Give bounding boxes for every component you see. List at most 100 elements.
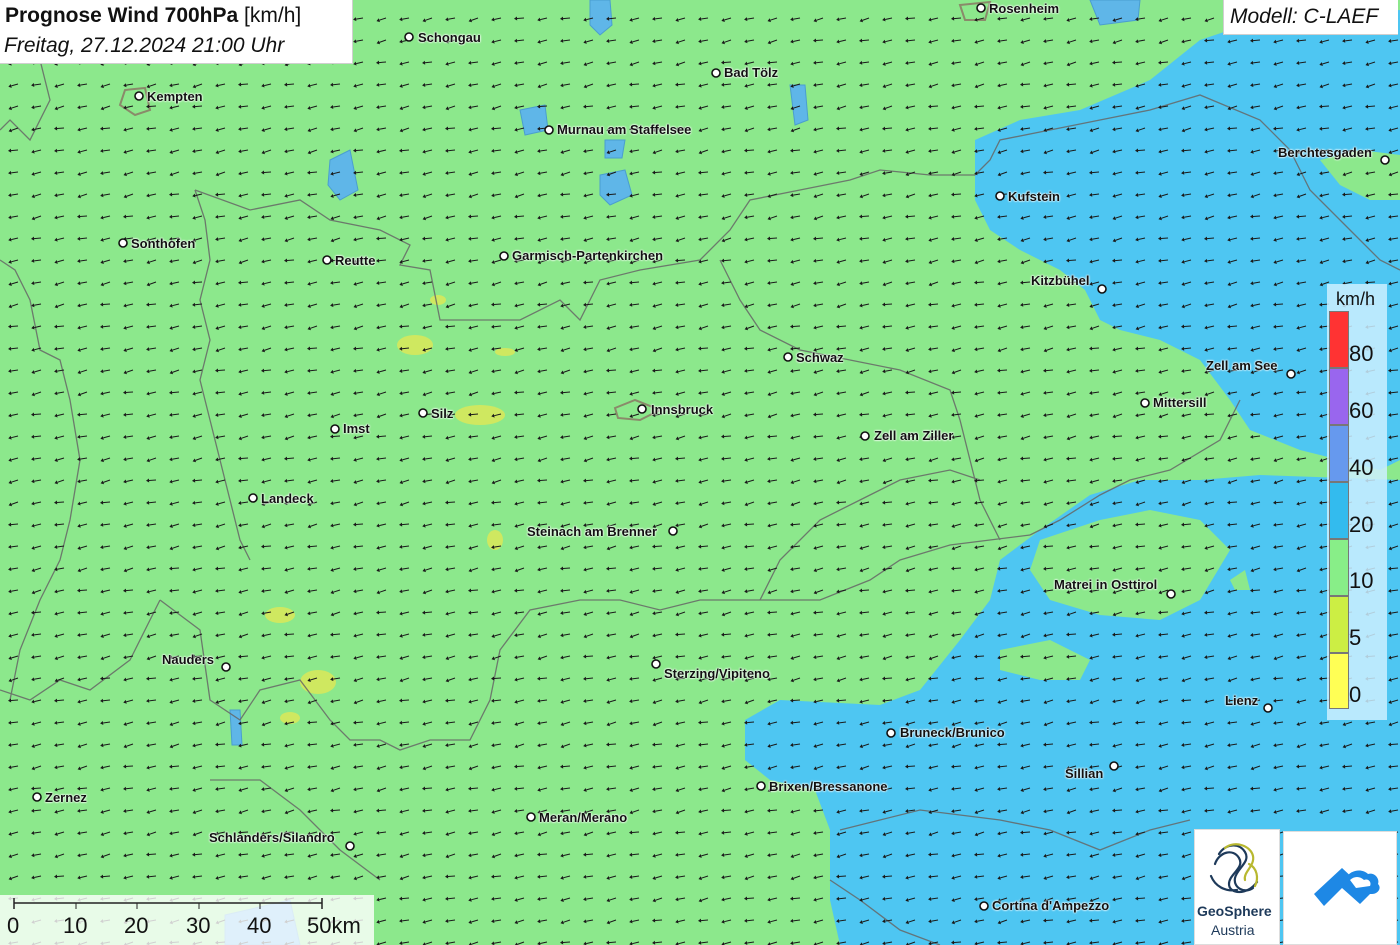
wind-map[interactable]: [0, 0, 1400, 945]
wind-arrow: [1137, 347, 1146, 350]
wind-arrow: [631, 479, 640, 482]
wind-arrow: [240, 853, 249, 856]
wind-arrow: [1252, 215, 1261, 217]
wind-arrow: [677, 259, 686, 261]
wind-arrow: [815, 435, 824, 438]
wind-arrow: [1091, 171, 1100, 174]
wind-arrow: [240, 479, 249, 482]
wind-arrow: [631, 105, 640, 108]
wind-arrow: [217, 567, 226, 570]
wind-arrow: [562, 17, 571, 20]
wind-arrow: [470, 413, 479, 416]
wind-arrow: [585, 105, 594, 108]
wind-arrow: [953, 17, 962, 20]
wind-arrow: [838, 897, 847, 900]
wind-arrow: [79, 215, 88, 217]
wind-arrow: [447, 149, 456, 152]
wind-arrow: [838, 501, 847, 503]
wind-arrow: [608, 17, 617, 20]
wind-arrow: [424, 809, 433, 812]
wind-arrow: [1206, 435, 1215, 438]
wind-arrow: [1206, 237, 1215, 240]
wind-arrow: [79, 413, 88, 416]
wind-arrow: [585, 281, 594, 283]
wind-arrow: [907, 215, 916, 218]
wind-arrow: [953, 193, 962, 195]
wind-arrow: [79, 611, 88, 614]
wind-arrow: [907, 17, 916, 19]
wind-arrow: [171, 765, 180, 768]
wind-arrow: [194, 479, 203, 482]
wind-arrow: [1114, 831, 1123, 834]
wind-arrow: [1321, 105, 1330, 107]
wind-arrow: [723, 809, 732, 811]
wind-arrow: [907, 765, 916, 767]
wind-arrow: [10, 149, 19, 152]
wind-arrow: [1252, 237, 1261, 240]
wind-arrow: [700, 369, 709, 372]
wind-arrow: [171, 193, 180, 195]
wind-arrow: [240, 655, 249, 658]
wind-arrow: [1344, 193, 1353, 195]
wind-arrow: [240, 83, 249, 85]
wind-arrow: [424, 611, 433, 614]
wind-arrow: [1275, 677, 1284, 679]
wind-arrow: [401, 325, 410, 327]
wind-arrow: [516, 39, 525, 42]
wind-arrow: [1045, 171, 1054, 173]
wind-arrow: [102, 875, 111, 878]
wind-arrow: [125, 391, 134, 393]
wind-arrow: [10, 325, 19, 327]
wind-arrow: [79, 589, 88, 591]
wind-arrow: [838, 127, 847, 129]
wind-arrow: [792, 325, 801, 327]
wind-arrow: [493, 677, 502, 679]
wind-arrow: [1229, 127, 1238, 129]
wind-arrow: [1252, 589, 1261, 591]
wind-arrow: [1022, 853, 1031, 856]
wind-arrow: [953, 765, 962, 768]
wind-arrow: [539, 677, 548, 680]
wind-arrow: [309, 743, 318, 746]
wind-arrow: [1206, 611, 1215, 614]
wind-arrow: [378, 237, 387, 239]
wind-arrow: [378, 809, 387, 812]
wind-arrow: [240, 457, 249, 459]
wind-arrow: [953, 391, 962, 394]
wind-arrow: [746, 897, 755, 899]
wind-arrow: [263, 545, 272, 547]
wind-arrow: [1298, 765, 1307, 767]
wind-arrow: [516, 413, 525, 416]
wind-arrow: [102, 699, 111, 702]
wind-arrow: [493, 699, 502, 702]
wind-arrow: [838, 325, 847, 328]
wind-arrow: [930, 875, 939, 878]
wind-arrow: [815, 61, 824, 64]
wind-arrow: [654, 743, 663, 746]
wind-arrow: [700, 347, 709, 349]
wind-arrow: [1206, 61, 1215, 64]
wind-arrow: [217, 193, 226, 196]
wind-arrow: [171, 589, 180, 592]
wind-arrow: [332, 83, 341, 86]
wind-arrow: [447, 127, 456, 129]
wind-arrow: [1045, 369, 1054, 372]
wind-arrow: [999, 369, 1008, 371]
wind-arrow: [930, 127, 939, 130]
wind-arrow: [33, 237, 42, 240]
wind-arrow: [194, 677, 203, 680]
wind-arrow: [930, 105, 939, 107]
wind-arrow: [1252, 39, 1261, 42]
wind-arrow: [792, 721, 801, 724]
wind-arrow: [1183, 149, 1192, 152]
wind-arrow: [723, 633, 732, 636]
wind-arrow: [815, 39, 824, 41]
wind-arrow: [56, 149, 65, 152]
wind-arrow: [240, 105, 249, 108]
wind-arrow: [1091, 743, 1100, 746]
wind-arrow: [1183, 325, 1192, 327]
wind-arrow: [1229, 325, 1238, 328]
wind-arrow: [470, 787, 479, 790]
wind-arrow: [1091, 347, 1100, 349]
wind-arrow: [309, 721, 318, 723]
